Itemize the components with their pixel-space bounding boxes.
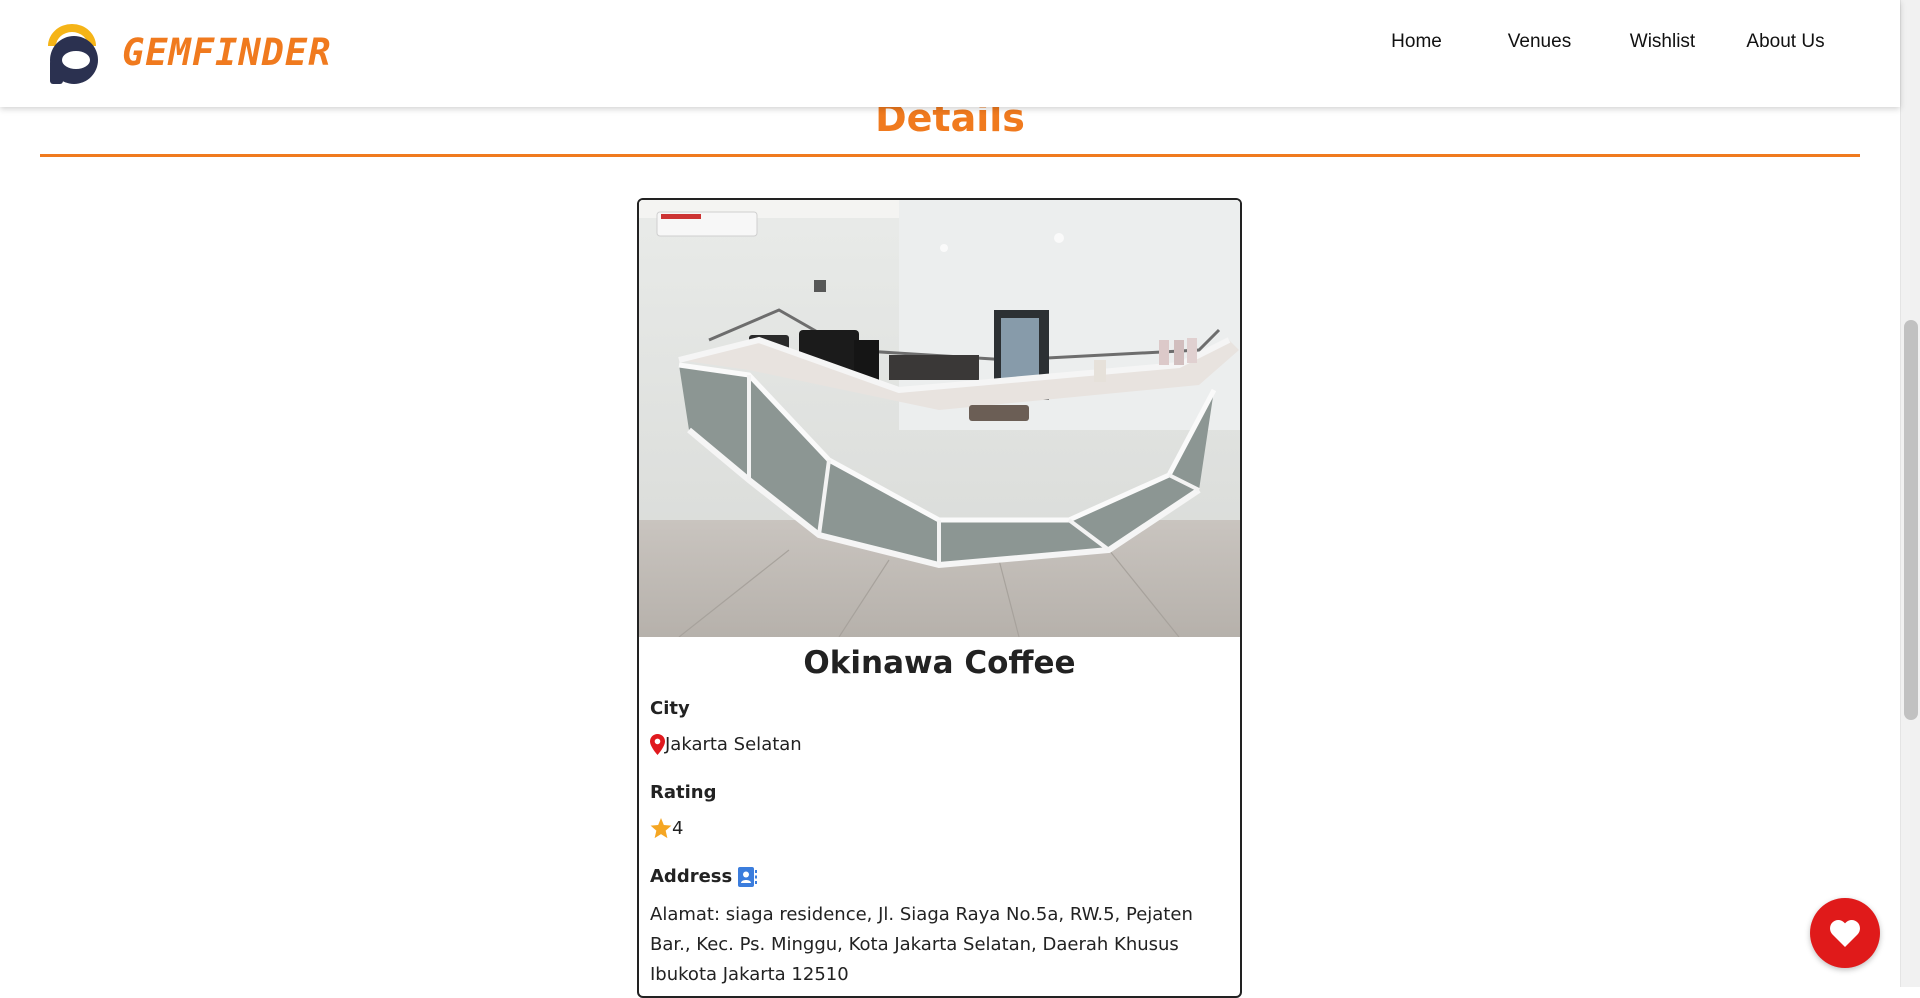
rating-label: Rating (650, 782, 717, 803)
venue-name: Okinawa Coffee (803, 645, 1076, 681)
scrollbar-thumb[interactable] (1904, 320, 1918, 720)
nav-links: Home Venues Wishlist About Us (1355, 30, 1847, 54)
star-icon (650, 818, 672, 839)
nav-link-about-us[interactable]: About Us (1724, 30, 1847, 54)
section-divider (40, 154, 1860, 157)
city-label: City (650, 698, 690, 719)
city-value: Jakarta Selatan (650, 734, 802, 755)
venue-photo (639, 200, 1240, 637)
navbar: GEMFINDER Home Venues Wishlist About Us (0, 0, 1900, 107)
nav-link-venues[interactable]: Venues (1478, 30, 1601, 54)
rating-text: 4 (672, 818, 684, 839)
contact-book-icon (738, 866, 758, 887)
brand-name: GEMFINDER (122, 30, 332, 74)
page-scrollbar[interactable] (1900, 0, 1920, 987)
map-pin-icon (650, 734, 665, 755)
nav-link-wishlist[interactable]: Wishlist (1601, 30, 1724, 54)
heart-icon (1830, 919, 1860, 947)
address-text: Alamat: siaga residence, Jl. Siaga Raya … (650, 904, 1193, 985)
venue-card: Okinawa Coffee City Jakarta Selatan Rati… (637, 198, 1242, 998)
rating-value: 4 (650, 818, 683, 839)
gemfinder-logo-icon (48, 24, 98, 84)
wishlist-fab-button[interactable] (1810, 898, 1880, 968)
nav-link-home[interactable]: Home (1355, 30, 1478, 54)
brand-link[interactable]: GEMFINDER (40, 20, 331, 84)
city-text: Jakarta Selatan (665, 734, 802, 755)
address-label: Address (650, 866, 758, 887)
